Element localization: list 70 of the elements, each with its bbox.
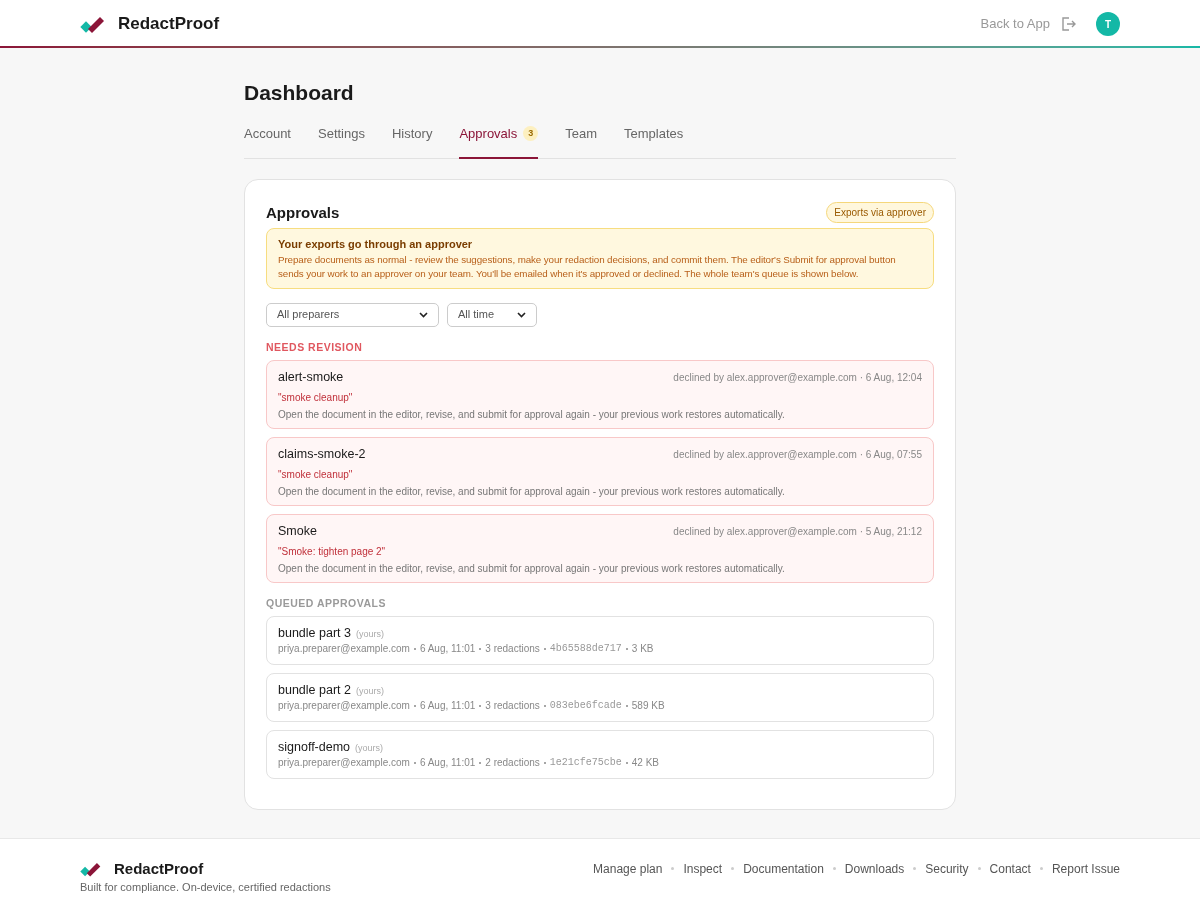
queued-card[interactable]: signoff-demo (yours) priya.preparer@example.com 6 Aug, 11:01 2 redactions 1e21cfe75cbe 42 KB <box>266 729 934 779</box>
tab[interactable]: History <box>391 124 433 159</box>
footer-link[interactable]: Manage plan <box>593 860 663 877</box>
file-size: 589 KB <box>631 698 665 713</box>
decline-info: declined by alex.approver@example.com · 6 Aug, 07:55 <box>673 447 922 462</box>
footer-tagline: Built for compliance. On-device, certified redactions <box>80 879 332 895</box>
revision-hint: Open the document in the editor, revise, and submit for approval again - your previous work restores automatically. <box>278 484 786 498</box>
queued-card[interactable]: bundle part 3 (yours) priya.preparer@example.com 6 Aug, 11:01 3 redactions 4b65588de717 3 KB <box>266 615 934 665</box>
document-name: alert-smoke <box>278 369 344 385</box>
brand-name: RedactProof <box>118 13 220 36</box>
document-name: signoff-demo <box>278 739 351 754</box>
decline-reason: "smoke cleanup" <box>278 467 354 481</box>
notice-title: Your exports go through an approver <box>278 237 474 252</box>
owner-label: (yours) <box>355 741 384 755</box>
file-size: 3 KB <box>631 641 654 656</box>
document-hash: 083ebe6fcade <box>549 698 622 713</box>
redaction-count: 2 redactions <box>485 755 540 770</box>
submitter-email: priya.preparer@example.com <box>278 755 410 770</box>
logo-icon <box>80 15 106 33</box>
count-badge: 3 <box>523 126 539 142</box>
footer-link[interactable]: Downloads <box>844 860 905 877</box>
declined-card[interactable]: claims-smoke-2 declined by alex.approver@example.com · 6 Aug, 07:55 "smoke cleanup" Open the document in the editor, revise, and submit for approval again - your previous work restores automatically. <box>266 436 934 506</box>
footer-link[interactable]: Inspect <box>683 860 723 877</box>
redaction-count: 3 redactions <box>485 641 540 656</box>
tab[interactable]: Team <box>565 124 598 159</box>
declined-card[interactable]: Smoke declined by alex.approver@example.com · 5 Aug, 21:12 "Smoke: tighten page 2" Open the document in the editor, revise, and submit for approval again - your previous work restores automatically. <box>266 513 934 583</box>
chevron-down-icon <box>419 311 428 318</box>
logout-icon[interactable] <box>1060 16 1076 32</box>
page-title: Dashboard <box>244 80 355 106</box>
brand-name: RedactProof <box>114 860 204 877</box>
document-hash: 1e21cfe75cbe <box>549 755 622 770</box>
mode-badge: Exports via approver <box>826 202 934 224</box>
decline-info: declined by alex.approver@example.com · 6 Aug, 12:04 <box>673 370 922 385</box>
submitter-email: priya.preparer@example.com <box>278 641 410 656</box>
file-size: 42 KB <box>631 755 660 770</box>
tab[interactable]: Templates <box>624 124 684 159</box>
decline-reason: "Smoke: tighten page 2" <box>278 544 387 558</box>
tab[interactable]: Account <box>244 124 291 159</box>
filter-dropdown[interactable]: All preparers <box>266 302 439 327</box>
revision-hint: Open the document in the editor, revise, and submit for approval again - your previous work restores automatically. <box>278 407 786 421</box>
logo-icon <box>80 860 102 877</box>
queued-card[interactable]: bundle part 2 (yours) priya.preparer@example.com 6 Aug, 11:01 3 redactions 083ebe6fcade 589 KB <box>266 672 934 722</box>
document-name: Smoke <box>278 523 317 539</box>
footer-link[interactable]: Report Issue <box>1051 860 1120 877</box>
owner-label: (yours) <box>356 627 384 641</box>
document-name: bundle part 2 <box>278 682 351 697</box>
chevron-down-icon <box>517 311 526 318</box>
footer-link[interactable]: Documentation <box>743 860 824 877</box>
submit-time: 6 Aug, 11:01 <box>419 641 476 656</box>
decline-reason: "smoke cleanup" <box>278 390 354 404</box>
tab[interactable]: Settings <box>318 124 365 159</box>
section-heading: NEEDS REVISION <box>266 339 364 354</box>
document-name: claims-smoke-2 <box>278 446 366 462</box>
document-name: bundle part 3 <box>278 625 351 640</box>
revision-hint: Open the document in the editor, revise, and submit for approval again - your previous work restores automatically. <box>278 561 786 575</box>
submit-time: 6 Aug, 11:01 <box>419 755 476 770</box>
notice-text: Prepare documents as normal - review the suggestions, make your redaction decisions, and commit them. The editor's Submit for approval button sends your work to an approver on your team. You'll be emailed when it's approved or declined. The whole team's queue is shown below. <box>278 252 897 281</box>
section-title: Approvals <box>266 202 340 223</box>
owner-label: (yours) <box>356 684 384 698</box>
document-hash: 4b65588de717 <box>549 641 622 656</box>
footer-link[interactable]: Security <box>925 860 969 877</box>
decline-info: declined by alex.approver@example.com · 5 Aug, 21:12 <box>673 524 922 539</box>
footer-link[interactable]: Contact <box>989 860 1031 877</box>
submitter-email: priya.preparer@example.com <box>278 698 410 713</box>
section-heading: QUEUED APPROVALS <box>266 595 387 610</box>
submit-time: 6 Aug, 11:01 <box>419 698 476 713</box>
filter-dropdown[interactable]: All time <box>447 302 537 327</box>
redaction-count: 3 redactions <box>485 698 540 713</box>
declined-card[interactable]: alert-smoke declined by alex.approver@example.com · 6 Aug, 12:04 "smoke cleanup" Open the document in the editor, revise, and submit for approval again - your previous work restores automatically. <box>266 359 934 429</box>
tab[interactable]: Approvals 3 <box>459 124 539 159</box>
